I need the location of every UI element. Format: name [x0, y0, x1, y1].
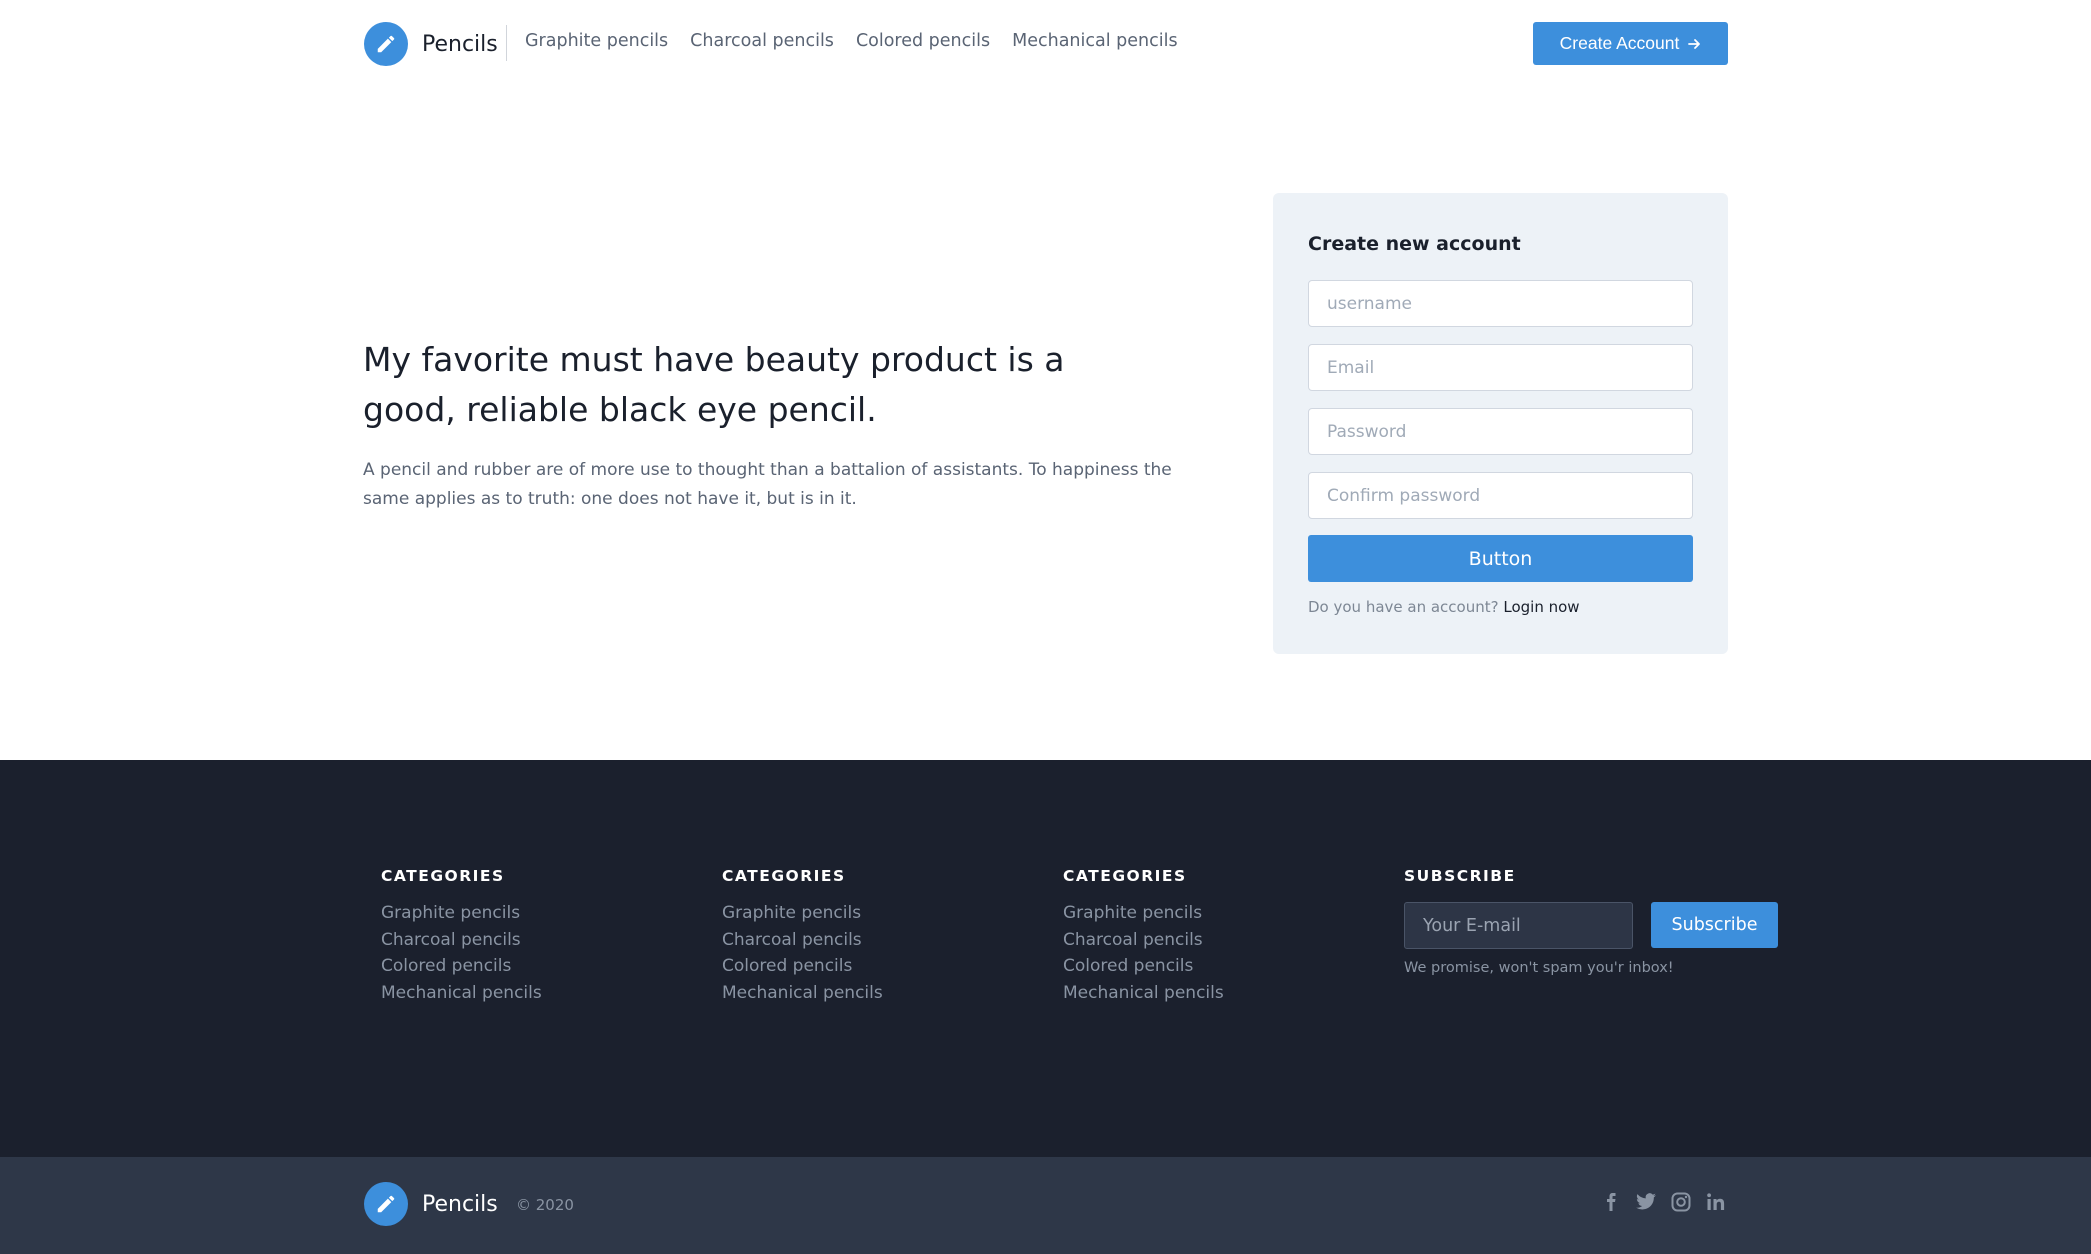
footer-brand-name: Pencils [422, 1191, 498, 1217]
confirm-password-input[interactable] [1308, 472, 1693, 519]
subscribe-column: SUBSCRIBE [1404, 867, 1516, 885]
footer-link-graphite[interactable]: Graphite pencils [722, 903, 883, 924]
linkedin-icon[interactable] [1705, 1191, 1727, 1213]
footer-link-list: Graphite pencils Charcoal pencils Colore… [1063, 903, 1224, 1003]
facebook-icon[interactable] [1600, 1191, 1622, 1213]
pencil-logo-icon [364, 1182, 408, 1226]
footer-link-colored[interactable]: Colored pencils [381, 956, 542, 977]
hero-text: A pencil and rubber are of more use to t… [363, 460, 1172, 509]
login-now-link[interactable]: Login now [1503, 598, 1579, 616]
copyright-text: © 2020 [516, 1196, 574, 1214]
login-prompt: Do you have an account? Login now [1308, 598, 1580, 616]
password-input[interactable] [1308, 408, 1693, 455]
subscribe-button[interactable]: Subscribe [1651, 902, 1778, 948]
footer-column-heading: CATEGORIES [1063, 867, 1187, 885]
footer-link-mechanical[interactable]: Mechanical pencils [1063, 983, 1224, 1004]
brand-logo-link[interactable]: Pencils [364, 22, 498, 66]
signup-title: Create new account [1308, 233, 1521, 255]
footer-column-1: CATEGORIES Graphite pencils Charcoal pen… [381, 867, 542, 1003]
footer-link-list: Graphite pencils Charcoal pencils Colore… [722, 903, 883, 1003]
footer-link-charcoal[interactable]: Charcoal pencils [1063, 930, 1224, 951]
footer-link-charcoal[interactable]: Charcoal pencils [381, 930, 542, 951]
footer-column-heading: CATEGORIES [381, 867, 505, 885]
footer-link-graphite[interactable]: Graphite pencils [1063, 903, 1224, 924]
login-prompt-text: Do you have an account? [1308, 598, 1499, 616]
footer-column-heading: CATEGORIES [722, 867, 846, 885]
hero-title: My favorite must have beauty product is … [363, 340, 1065, 429]
signup-submit-button[interactable]: Button [1308, 535, 1693, 582]
footer-column-3: CATEGORIES Graphite pencils Charcoal pen… [1063, 867, 1224, 1003]
footer-link-mechanical[interactable]: Mechanical pencils [722, 983, 883, 1004]
footer-link-colored[interactable]: Colored pencils [1063, 956, 1224, 977]
footer-bottom-bar: Pencils © 2020 [0, 1157, 2091, 1254]
footer-link-colored[interactable]: Colored pencils [722, 956, 883, 977]
create-account-button[interactable]: Create Account [1533, 22, 1728, 65]
nav-link-graphite[interactable]: Graphite pencils [525, 31, 668, 51]
pencil-logo-icon [364, 22, 408, 66]
nav-link-mechanical[interactable]: Mechanical pencils [1012, 31, 1177, 51]
footer-link-list: Graphite pencils Charcoal pencils Colore… [381, 903, 542, 1003]
subscribe-email-input[interactable] [1404, 902, 1633, 949]
footer-brand-link[interactable]: Pencils [364, 1182, 498, 1226]
main-nav: Graphite pencils Charcoal pencils Colore… [525, 31, 1178, 51]
brand-divider [506, 25, 507, 61]
email-input[interactable] [1308, 344, 1693, 391]
footer-column-2: CATEGORIES Graphite pencils Charcoal pen… [722, 867, 883, 1003]
twitter-icon[interactable] [1635, 1191, 1657, 1213]
create-account-label: Create Account [1559, 33, 1680, 53]
footer-main: CATEGORIES Graphite pencils Charcoal pen… [0, 760, 2091, 1157]
footer-link-charcoal[interactable]: Charcoal pencils [722, 930, 883, 951]
instagram-icon[interactable] [1670, 1191, 1692, 1213]
subscribe-heading: SUBSCRIBE [1404, 867, 1516, 885]
subscribe-note: We promise, won't spam you'r inbox! [1404, 960, 1674, 976]
footer-link-mechanical[interactable]: Mechanical pencils [381, 983, 542, 1004]
social-links [1600, 1191, 1727, 1213]
username-input[interactable] [1308, 280, 1693, 327]
brand-name: Pencils [422, 31, 498, 57]
nav-link-charcoal[interactable]: Charcoal pencils [690, 31, 834, 51]
site-header: Pencils Graphite pencils Charcoal pencil… [0, 0, 2091, 88]
footer-link-graphite[interactable]: Graphite pencils [381, 903, 542, 924]
nav-link-colored[interactable]: Colored pencils [856, 31, 990, 51]
arrow-right-icon [1688, 38, 1701, 49]
signup-card: Create new account Button Do you have an… [1273, 193, 1728, 654]
